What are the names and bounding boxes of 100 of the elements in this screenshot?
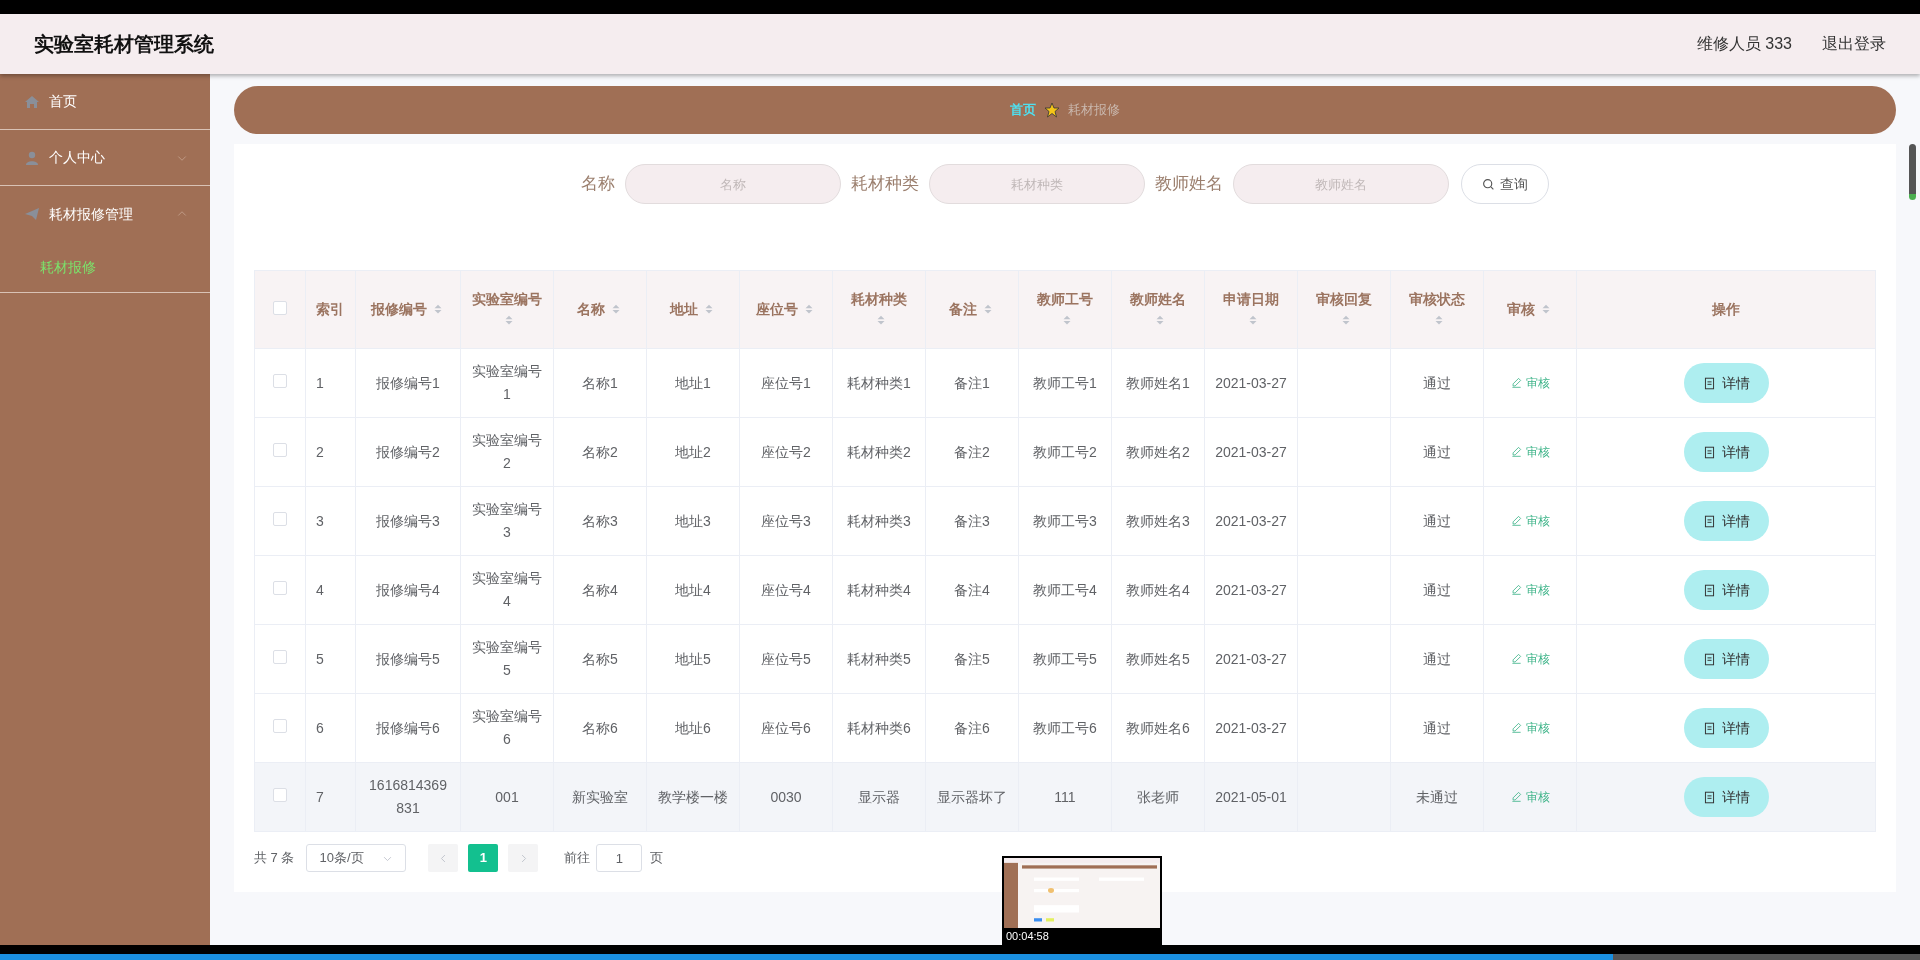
table-cell: 0030 xyxy=(770,788,802,805)
sidebar-subitem[interactable]: 耗材报修 xyxy=(0,242,210,292)
column-header[interactable]: 座位号 xyxy=(756,301,816,317)
checkbox[interactable] xyxy=(273,443,287,457)
table-cell: 座位号2 xyxy=(761,443,811,460)
table-cell: 报修编号6 xyxy=(376,719,440,736)
table-cell: 名称3 xyxy=(582,512,618,529)
table-cell: 地址5 xyxy=(675,650,711,667)
table-cell: 通过 xyxy=(1423,581,1451,598)
table-cell: 通过 xyxy=(1423,443,1451,460)
table-cell: 2 xyxy=(316,443,324,460)
table-cell: 教学楼一楼 xyxy=(658,788,728,805)
table-cell: 实验室编号3 xyxy=(472,501,542,540)
checkbox[interactable] xyxy=(273,512,287,526)
document-icon xyxy=(1702,583,1716,597)
table-cell: 张老师 xyxy=(1137,788,1179,805)
details-button[interactable]: 详情 xyxy=(1683,432,1769,472)
table-cell: 111 xyxy=(1054,788,1076,805)
table-cell: 教师工号2 xyxy=(1033,443,1097,460)
table-cell: 座位号5 xyxy=(761,650,811,667)
table-cell: 实验室编号5 xyxy=(472,639,542,678)
table-cell: 2021-03-27 xyxy=(1215,512,1287,529)
details-button[interactable]: 详情 xyxy=(1683,570,1769,610)
table-cell: 001 xyxy=(495,788,519,805)
table-cell: 2021-05-01 xyxy=(1215,788,1287,805)
details-button[interactable]: 详情 xyxy=(1683,363,1769,403)
document-icon xyxy=(1702,790,1716,804)
document-icon xyxy=(1702,721,1716,735)
table-cell: 教师姓名1 xyxy=(1126,374,1190,391)
table-cell: 耗材种类5 xyxy=(847,650,911,667)
table-cell: 座位号4 xyxy=(761,581,811,598)
review-link[interactable]: 审核 xyxy=(1510,649,1550,668)
checkbox[interactable] xyxy=(273,374,287,388)
table-cell: 通过 xyxy=(1423,512,1451,529)
details-button[interactable]: 详情 xyxy=(1683,501,1769,541)
scrollbar-thumb[interactable] xyxy=(1909,144,1916,200)
video-progress-track[interactable] xyxy=(0,954,1920,960)
logout-link[interactable]: 退出登录 xyxy=(1822,32,1886,56)
table-cell: 报修编号1 xyxy=(376,374,440,391)
checkbox[interactable] xyxy=(273,300,287,315)
review-link[interactable]: 审核 xyxy=(1510,373,1550,392)
app-title: 实验室耗材管理系统 xyxy=(34,32,214,57)
pencil-icon xyxy=(1510,377,1522,388)
goto-label: 前往 xyxy=(564,849,591,868)
column-header: 索引 xyxy=(316,301,344,317)
table-cell: 教师姓名6 xyxy=(1126,719,1190,736)
table-cell: 耗材种类4 xyxy=(847,581,911,598)
field-label: 名称 xyxy=(581,173,615,196)
review-link[interactable]: 审核 xyxy=(1510,580,1550,599)
details-button[interactable]: 详情 xyxy=(1683,708,1769,748)
details-button[interactable]: 详情 xyxy=(1683,639,1769,679)
review-link[interactable]: 审核 xyxy=(1510,511,1550,530)
table-cell: 座位号3 xyxy=(761,512,811,529)
document-icon xyxy=(1702,376,1716,390)
column-header[interactable]: 报修编号 xyxy=(371,301,445,317)
breadcrumb-link[interactable]: 耗材报修 xyxy=(1068,100,1120,120)
document-icon xyxy=(1702,652,1716,666)
column-header: 操作 xyxy=(1712,301,1740,317)
table-cell: 教师姓名3 xyxy=(1126,512,1190,529)
column-header[interactable]: 名称 xyxy=(577,301,623,317)
column-header[interactable]: 备注 xyxy=(949,301,995,317)
checkbox[interactable] xyxy=(273,788,287,802)
table-cell: 地址1 xyxy=(675,374,711,391)
table-cell: 通过 xyxy=(1423,719,1451,736)
checkbox[interactable] xyxy=(273,581,287,595)
review-link[interactable]: 审核 xyxy=(1510,787,1550,806)
table-cell: 名称6 xyxy=(582,719,618,736)
column-header[interactable]: 审核 xyxy=(1507,301,1553,317)
review-link[interactable]: 审核 xyxy=(1510,442,1550,461)
table-cell: 5 xyxy=(316,650,324,667)
total-count: 共 7 条 xyxy=(254,849,295,868)
checkbox[interactable] xyxy=(273,650,287,664)
table-cell: 教师姓名2 xyxy=(1126,443,1190,460)
breadcrumb-link[interactable]: 首页 xyxy=(1010,100,1036,120)
table-cell: 1 xyxy=(316,374,324,391)
table-cell: 耗材种类1 xyxy=(847,374,911,391)
star-icon xyxy=(1044,102,1060,118)
table-cell: 2021-03-27 xyxy=(1215,443,1287,460)
table-cell: 6 xyxy=(316,719,324,736)
table-cell: 耗材种类3 xyxy=(847,512,911,529)
page-size-select[interactable]: 10条/页 xyxy=(306,844,407,872)
table-cell: 2021-03-27 xyxy=(1215,650,1287,667)
pencil-icon xyxy=(1510,446,1522,457)
user-label: 维修人员 333 xyxy=(1696,34,1792,54)
field-label: 耗材种类 xyxy=(851,173,919,196)
table-cell: 地址3 xyxy=(675,512,711,529)
details-button[interactable]: 详情 xyxy=(1683,777,1769,817)
table-cell: 2021-03-27 xyxy=(1215,374,1287,391)
table-cell: 教师姓名4 xyxy=(1126,581,1190,598)
page-button[interactable]: 1 xyxy=(468,844,499,872)
search-button[interactable]: 查询 xyxy=(1461,164,1549,204)
sidebar-item[interactable]: 耗材报修管理 xyxy=(0,186,210,242)
page-number-field[interactable]: 1 xyxy=(596,844,643,872)
next-page-button[interactable] xyxy=(508,844,539,872)
checkbox[interactable] xyxy=(273,719,287,733)
table-cell: 备注5 xyxy=(954,650,990,667)
previous-page-button[interactable] xyxy=(428,844,459,872)
column-header[interactable]: 地址 xyxy=(670,301,716,317)
table-cell: 通过 xyxy=(1423,650,1451,667)
review-link[interactable]: 审核 xyxy=(1510,718,1550,737)
